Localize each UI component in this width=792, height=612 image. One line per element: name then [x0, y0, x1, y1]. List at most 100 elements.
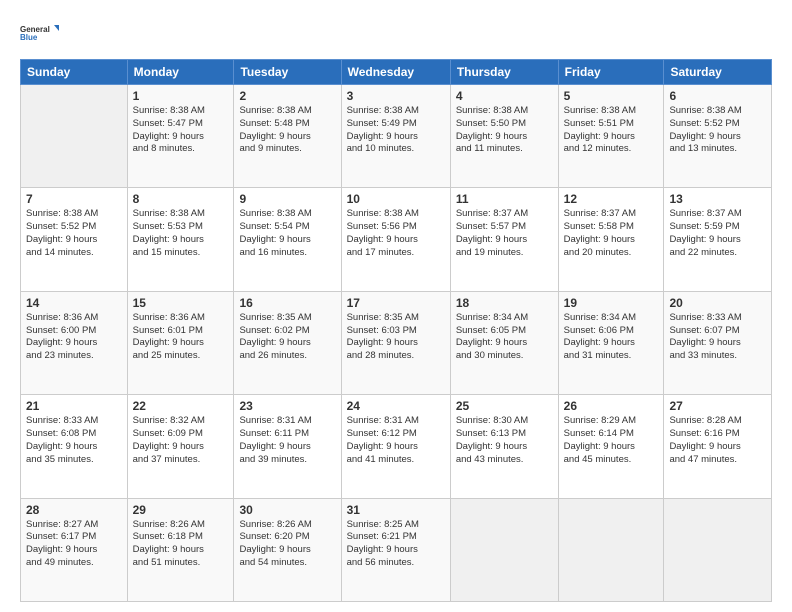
- calendar-cell: 7 Sunrise: 8:38 AM Sunset: 5:52 PM Daylig…: [21, 188, 128, 291]
- weekday-friday: Friday: [558, 60, 664, 85]
- day-number: 4: [456, 89, 553, 103]
- day-number: 10: [347, 192, 445, 206]
- calendar-cell: 5 Sunrise: 8:38 AM Sunset: 5:51 PM Daylig…: [558, 85, 664, 188]
- week-row-3: 14 Sunrise: 8:36 AM Sunset: 6:00 PM Dayli…: [21, 291, 772, 394]
- day-info: Sunrise: 8:36 AM Sunset: 6:00 PM Dayligh…: [26, 312, 122, 363]
- calendar-cell: 26Sunrise: 8:29 AM Sunset: 6:14 PM Dayli…: [558, 395, 664, 498]
- day-info: Sunrise: 8:38 AM Sunset: 5:52 PM Dayligh…: [669, 105, 766, 156]
- day-info: Sunrise: 8:34 AM Sunset: 6:06 PM Dayligh…: [564, 312, 659, 363]
- calendar-cell: 15 Sunrise: 8:36 AM Sunset: 6:01 PM Dayli…: [127, 291, 234, 394]
- calendar-cell: 21 Sunrise: 8:33 AM Sunset: 6:08 PM Dayli…: [21, 395, 128, 498]
- calendar-body: 1Sunrise: 8:38 AM Sunset: 5:47 PM Daylig…: [21, 85, 772, 602]
- day-info: Sunrise: 8:37 AM Sunset: 5:57 PM Dayligh…: [456, 208, 553, 259]
- page-header: General Blue: [20, 15, 772, 51]
- day-info: Sunrise: 8:38 AM Sunset: 5:48 PM Dayligh…: [239, 105, 335, 156]
- day-info: Sunrise: 8:32 AM Sunset: 6:09 PM Dayligh…: [133, 415, 229, 466]
- week-row-1: 1Sunrise: 8:38 AM Sunset: 5:47 PM Daylig…: [21, 85, 772, 188]
- calendar-cell: [450, 498, 558, 601]
- calendar-cell: 24 Sunrise: 8:31 AM Sunset: 6:12 PM Dayli…: [341, 395, 450, 498]
- calendar-cell: 6 Sunrise: 8:38 AM Sunset: 5:52 PM Daylig…: [664, 85, 772, 188]
- week-row-2: 7 Sunrise: 8:38 AM Sunset: 5:52 PM Daylig…: [21, 188, 772, 291]
- week-row-4: 21 Sunrise: 8:33 AM Sunset: 6:08 PM Dayli…: [21, 395, 772, 498]
- day-number: 2: [239, 89, 335, 103]
- day-info: Sunrise: 8:29 AM Sunset: 6:14 PM Dayligh…: [564, 415, 659, 466]
- day-info: Sunrise: 8:27 AM Sunset: 6:17 PM Dayligh…: [26, 519, 122, 570]
- calendar-cell: 27 Sunrise: 8:28 AM Sunset: 6:16 PM Dayli…: [664, 395, 772, 498]
- calendar-cell: 4 Sunrise: 8:38 AM Sunset: 5:50 PM Daylig…: [450, 85, 558, 188]
- calendar-cell: [21, 85, 128, 188]
- weekday-thursday: Thursday: [450, 60, 558, 85]
- day-number: 14: [26, 296, 122, 310]
- calendar-cell: 8Sunrise: 8:38 AM Sunset: 5:53 PM Daylig…: [127, 188, 234, 291]
- day-number: 27: [669, 399, 766, 413]
- day-info: Sunrise: 8:37 AM Sunset: 5:59 PM Dayligh…: [669, 208, 766, 259]
- day-number: 12: [564, 192, 659, 206]
- day-number: 31: [347, 503, 445, 517]
- day-info: Sunrise: 8:34 AM Sunset: 6:05 PM Dayligh…: [456, 312, 553, 363]
- svg-text:Blue: Blue: [20, 33, 38, 42]
- weekday-monday: Monday: [127, 60, 234, 85]
- logo-svg: General Blue: [20, 15, 60, 51]
- day-number: 13: [669, 192, 766, 206]
- weekday-sunday: Sunday: [21, 60, 128, 85]
- day-number: 16: [239, 296, 335, 310]
- calendar-cell: 22 Sunrise: 8:32 AM Sunset: 6:09 PM Dayli…: [127, 395, 234, 498]
- calendar-cell: 20Sunrise: 8:33 AM Sunset: 6:07 PM Dayli…: [664, 291, 772, 394]
- day-info: Sunrise: 8:28 AM Sunset: 6:16 PM Dayligh…: [669, 415, 766, 466]
- weekday-wednesday: Wednesday: [341, 60, 450, 85]
- day-info: Sunrise: 8:35 AM Sunset: 6:02 PM Dayligh…: [239, 312, 335, 363]
- day-number: 19: [564, 296, 659, 310]
- day-info: Sunrise: 8:38 AM Sunset: 5:51 PM Dayligh…: [564, 105, 659, 156]
- day-info: Sunrise: 8:31 AM Sunset: 6:11 PM Dayligh…: [239, 415, 335, 466]
- calendar-cell: 12 Sunrise: 8:37 AM Sunset: 5:58 PM Dayli…: [558, 188, 664, 291]
- day-number: 25: [456, 399, 553, 413]
- week-row-5: 28Sunrise: 8:27 AM Sunset: 6:17 PM Dayli…: [21, 498, 772, 601]
- calendar-cell: 2 Sunrise: 8:38 AM Sunset: 5:48 PM Daylig…: [234, 85, 341, 188]
- day-number: 6: [669, 89, 766, 103]
- day-info: Sunrise: 8:33 AM Sunset: 6:08 PM Dayligh…: [26, 415, 122, 466]
- day-number: 1: [133, 89, 229, 103]
- day-info: Sunrise: 8:31 AM Sunset: 6:12 PM Dayligh…: [347, 415, 445, 466]
- day-info: Sunrise: 8:38 AM Sunset: 5:50 PM Dayligh…: [456, 105, 553, 156]
- calendar-cell: 18 Sunrise: 8:34 AM Sunset: 6:05 PM Dayli…: [450, 291, 558, 394]
- day-number: 15: [133, 296, 229, 310]
- day-number: 17: [347, 296, 445, 310]
- day-number: 24: [347, 399, 445, 413]
- day-number: 29: [133, 503, 229, 517]
- day-number: 7: [26, 192, 122, 206]
- day-info: Sunrise: 8:38 AM Sunset: 5:54 PM Dayligh…: [239, 208, 335, 259]
- logo: General Blue: [20, 15, 60, 51]
- calendar-cell: 11Sunrise: 8:37 AM Sunset: 5:57 PM Dayli…: [450, 188, 558, 291]
- calendar-cell: 17Sunrise: 8:35 AM Sunset: 6:03 PM Dayli…: [341, 291, 450, 394]
- day-info: Sunrise: 8:37 AM Sunset: 5:58 PM Dayligh…: [564, 208, 659, 259]
- calendar-cell: 3Sunrise: 8:38 AM Sunset: 5:49 PM Daylig…: [341, 85, 450, 188]
- day-number: 9: [239, 192, 335, 206]
- calendar-cell: 19 Sunrise: 8:34 AM Sunset: 6:06 PM Dayli…: [558, 291, 664, 394]
- calendar-cell: [664, 498, 772, 601]
- calendar-cell: 31 Sunrise: 8:25 AM Sunset: 6:21 PM Dayli…: [341, 498, 450, 601]
- day-info: Sunrise: 8:25 AM Sunset: 6:21 PM Dayligh…: [347, 519, 445, 570]
- day-number: 23: [239, 399, 335, 413]
- day-number: 3: [347, 89, 445, 103]
- day-number: 22: [133, 399, 229, 413]
- weekday-tuesday: Tuesday: [234, 60, 341, 85]
- calendar-cell: 14 Sunrise: 8:36 AM Sunset: 6:00 PM Dayli…: [21, 291, 128, 394]
- day-number: 21: [26, 399, 122, 413]
- calendar-cell: 29 Sunrise: 8:26 AM Sunset: 6:18 PM Dayli…: [127, 498, 234, 601]
- day-info: Sunrise: 8:38 AM Sunset: 5:53 PM Dayligh…: [133, 208, 229, 259]
- day-number: 18: [456, 296, 553, 310]
- calendar-cell: 16 Sunrise: 8:35 AM Sunset: 6:02 PM Dayli…: [234, 291, 341, 394]
- calendar-cell: 28Sunrise: 8:27 AM Sunset: 6:17 PM Dayli…: [21, 498, 128, 601]
- calendar-cell: 10Sunrise: 8:38 AM Sunset: 5:56 PM Dayli…: [341, 188, 450, 291]
- day-info: Sunrise: 8:30 AM Sunset: 6:13 PM Dayligh…: [456, 415, 553, 466]
- weekday-saturday: Saturday: [664, 60, 772, 85]
- calendar-cell: 13 Sunrise: 8:37 AM Sunset: 5:59 PM Dayli…: [664, 188, 772, 291]
- day-number: 30: [239, 503, 335, 517]
- day-info: Sunrise: 8:36 AM Sunset: 6:01 PM Dayligh…: [133, 312, 229, 363]
- day-number: 5: [564, 89, 659, 103]
- day-info: Sunrise: 8:26 AM Sunset: 6:18 PM Dayligh…: [133, 519, 229, 570]
- calendar-cell: 30 Sunrise: 8:26 AM Sunset: 6:20 PM Dayli…: [234, 498, 341, 601]
- day-info: Sunrise: 8:38 AM Sunset: 5:52 PM Dayligh…: [26, 208, 122, 259]
- day-info: Sunrise: 8:26 AM Sunset: 6:20 PM Dayligh…: [239, 519, 335, 570]
- day-number: 20: [669, 296, 766, 310]
